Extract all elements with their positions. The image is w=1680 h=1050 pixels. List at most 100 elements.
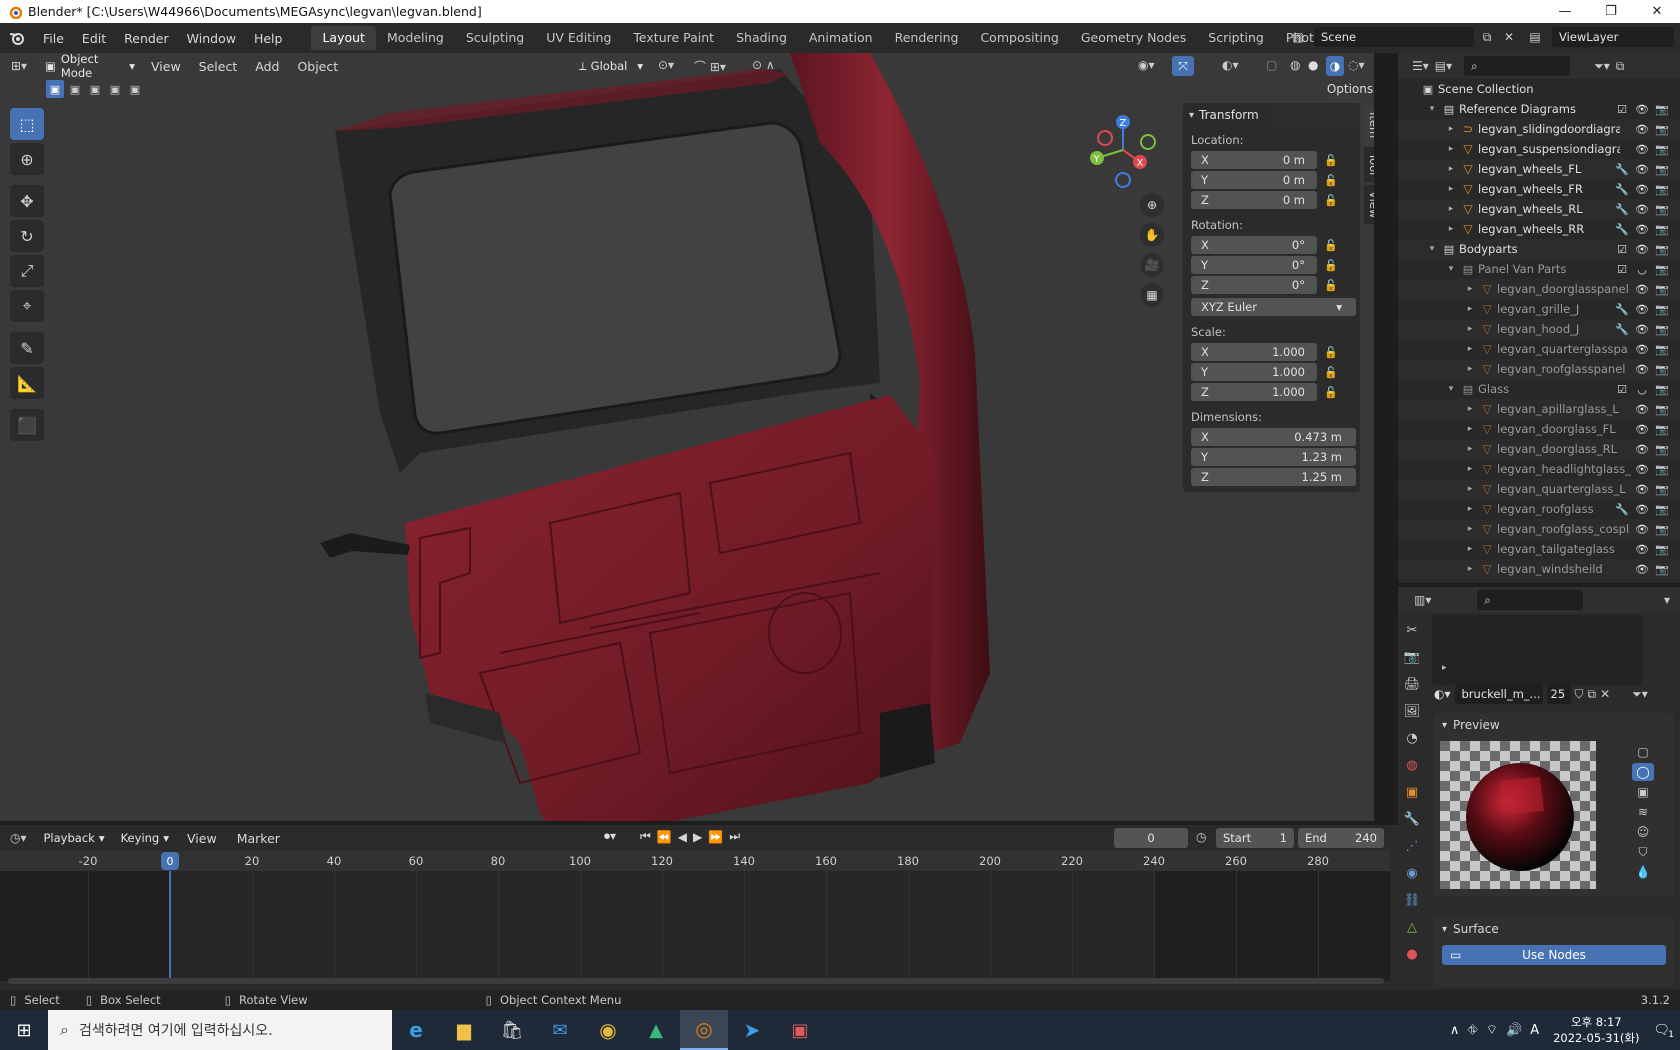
exclude-checkbox[interactable]: ☑ <box>1612 263 1632 276</box>
start-frame-field[interactable]: Start 1 <box>1216 828 1294 848</box>
eye-icon[interactable]: 👁 <box>1632 243 1652 256</box>
scale-x-field[interactable]: X 1.000 <box>1191 343 1317 361</box>
pivot-icon[interactable]: ⊙▾ <box>658 58 674 72</box>
volume-icon[interactable]: 🔊 <box>1506 1023 1522 1038</box>
exclude-checkbox[interactable]: ☑ <box>1612 583 1632 584</box>
outliner-object[interactable]: ▸ ▽ legvan_roofglass 🔧 👁 📷 <box>1398 499 1680 519</box>
dimensions-y-field[interactable]: Y 1.23 m <box>1191 448 1356 466</box>
lock-icon[interactable]: 🔓 <box>1317 386 1345 399</box>
timeline-menu-view[interactable]: View <box>178 831 226 846</box>
view-layer-icon[interactable]: ▤ <box>1522 30 1548 44</box>
lock-icon[interactable]: 🔓 <box>1317 279 1345 292</box>
rotation-y-field[interactable]: Y 0° <box>1191 256 1317 274</box>
outliner-collection[interactable]: ▾ ▤ Glass ☑ ◡ 📷 <box>1398 379 1680 399</box>
edge-browser-icon[interactable]: e <box>392 1010 440 1050</box>
rotate-tool-icon[interactable]: ↻ <box>10 220 44 252</box>
view-layer-selector[interactable]: ViewLayer <box>1552 27 1674 47</box>
chrome-icon[interactable]: ◉ <box>584 1010 632 1050</box>
exclude-checkbox[interactable]: ☑ <box>1612 103 1632 116</box>
physics-tab-icon[interactable]: ◉ <box>1398 860 1426 887</box>
expand-icon[interactable]: ▸ <box>1463 324 1477 334</box>
expand-icon[interactable]: ▸ <box>1463 544 1477 554</box>
camera-icon[interactable]: 📷 <box>1652 543 1672 556</box>
modifier-icon[interactable]: 🔧 <box>1612 183 1632 196</box>
current-frame-field[interactable]: 0 <box>1114 828 1188 848</box>
show-hidden-icons-icon[interactable]: ∧ <box>1450 1023 1460 1038</box>
tab-shading[interactable]: Shading <box>725 26 798 50</box>
timeline-track-area[interactable] <box>0 871 1390 981</box>
outliner-object[interactable]: ▸ ▽ legvan_doorglasspanel 👁 📷 <box>1398 279 1680 299</box>
outliner-object[interactable]: ▸ ▽ legvan_headlightglass_ 👁 📷 <box>1398 459 1680 479</box>
camera-icon[interactable]: 📷 <box>1652 163 1672 176</box>
scale-z-field[interactable]: Z 1.000 <box>1191 383 1317 401</box>
editor-type-icon[interactable]: ⊞▾ <box>0 59 38 73</box>
viewport-menu-object[interactable]: Object <box>288 59 347 74</box>
preview-cloth-icon[interactable]: ⛉ <box>1632 843 1654 861</box>
scene-tab-icon[interactable]: ◔ <box>1398 725 1426 752</box>
modifier-icon[interactable]: 🔧 <box>1612 223 1632 236</box>
lock-icon[interactable]: 🔓 <box>1317 366 1345 379</box>
camera-icon[interactable]: 📷 <box>1652 243 1672 256</box>
camera-view-icon[interactable]: 🎥 <box>1140 253 1164 277</box>
tab-uv-editing[interactable]: UV Editing <box>535 26 622 50</box>
xray-icon[interactable]: ▢ <box>1266 58 1277 72</box>
gizmo-toggle-icon[interactable]: ⤧ <box>1172 56 1194 76</box>
expand-icon[interactable]: ▸ <box>1463 304 1477 314</box>
outliner-object[interactable]: ▸ ▽ legvan_wheels_FL 🔧 👁 📷 <box>1398 159 1680 179</box>
cursor-tool-icon[interactable]: ⊕ <box>10 143 44 175</box>
tab-modeling[interactable]: Modeling <box>376 26 455 50</box>
lock-icon[interactable]: 🔓 <box>1317 174 1345 187</box>
outliner-object[interactable]: ▸ ▽ legvan_windsheild 👁 📷 <box>1398 559 1680 579</box>
outliner-collection[interactable]: ▾ ▤ Bodyparts ☑ 👁 📷 <box>1398 239 1680 259</box>
collapse-icon[interactable]: ▾ <box>1425 104 1439 114</box>
material-slot-list[interactable]: ▸ <box>1432 615 1642 685</box>
eye-icon[interactable]: 👁 <box>1632 223 1652 236</box>
expand-icon[interactable]: ▸ <box>1463 464 1477 474</box>
select-box-tool-icon[interactable]: ⬚ <box>10 108 44 140</box>
camera-icon[interactable]: 📷 <box>1652 343 1672 356</box>
outliner-object[interactable]: ▸ ▽ legvan_quarterglasspa 👁 📷 <box>1398 339 1680 359</box>
maps-icon[interactable]: ▲ <box>632 1010 680 1050</box>
scene-selector[interactable]: Scene <box>1314 27 1474 47</box>
material-tab-icon[interactable]: ● <box>1398 941 1426 968</box>
material-filter-icon[interactable]: ⏷▾ <box>1632 687 1648 702</box>
expand-icon[interactable]: ▸ <box>1463 424 1477 434</box>
duplicate-material-icon[interactable]: ⧉ <box>1588 687 1597 702</box>
transform-orientation-selector[interactable]: ⟂ Global ▾ <box>572 56 650 76</box>
rotation-x-field[interactable]: X 0° <box>1191 236 1317 254</box>
new-collection-icon[interactable]: ⧉ <box>1616 59 1625 74</box>
outliner-object[interactable]: ▸ ▽ legvan_apillarglass_L 👁 📷 <box>1398 399 1680 419</box>
eye-icon[interactable]: ◡ <box>1632 383 1652 396</box>
render-tab-icon[interactable]: 📷 <box>1398 644 1426 671</box>
camera-icon[interactable]: 📷 <box>1652 143 1672 156</box>
lock-icon[interactable]: 🔓 <box>1317 154 1345 167</box>
eye-icon[interactable]: 👁 <box>1632 103 1652 116</box>
outliner-collection[interactable]: ▾ ▤ Reference Diagrams ☑ 👁 📷 <box>1398 99 1680 119</box>
object-tab-icon[interactable]: ▣ <box>1398 779 1426 806</box>
outliner-search-input[interactable]: ⌕ <box>1464 56 1571 76</box>
camera-icon[interactable]: 📷 <box>1652 123 1672 136</box>
store-icon[interactable]: 🛍 <box>488 1010 536 1050</box>
taskbar-search-box[interactable]: ⌕ 검색하려면 여기에 입력하십시오. <box>48 1010 392 1050</box>
navigation-gizmo[interactable]: Z X Y <box>1085 112 1165 192</box>
expand-icon[interactable]: ▸ <box>1463 404 1477 414</box>
expand-icon[interactable]: ▸ <box>1463 364 1477 374</box>
eye-icon[interactable]: 👁 <box>1632 463 1652 476</box>
menu-edit[interactable]: Edit <box>73 31 115 46</box>
camera-icon[interactable]: 📷 <box>1652 563 1672 576</box>
eye-icon[interactable]: 👁 <box>1632 543 1652 556</box>
timeline-ruler[interactable]: -20 0 20 40 60 80 100 120 140 160 180 200 220 240 260 2… <box>0 851 1390 871</box>
outliner-root[interactable]: ▣ Scene Collection <box>1398 79 1680 99</box>
outliner-object[interactable]: ▸ ▽ legvan_wheels_RL 🔧 👁 📷 <box>1398 199 1680 219</box>
eye-icon[interactable]: 👁 <box>1632 443 1652 456</box>
preview-fluid-icon[interactable]: 💧 <box>1632 863 1654 881</box>
data-tab-icon[interactable]: △ <box>1398 914 1426 941</box>
rotation-z-field[interactable]: Z 0° <box>1191 276 1317 294</box>
windows-start-icon[interactable]: ⊞ <box>0 1010 48 1050</box>
camera-icon[interactable]: 📷 <box>1652 283 1672 296</box>
playhead-marker[interactable]: 0 <box>161 852 179 870</box>
material-name-field[interactable]: bruckell_m_... <box>1454 684 1543 704</box>
new-scene-icon[interactable]: ⧉ <box>1478 30 1496 45</box>
camera-icon[interactable]: 📷 <box>1652 583 1672 584</box>
camera-icon[interactable]: 📷 <box>1652 103 1672 116</box>
